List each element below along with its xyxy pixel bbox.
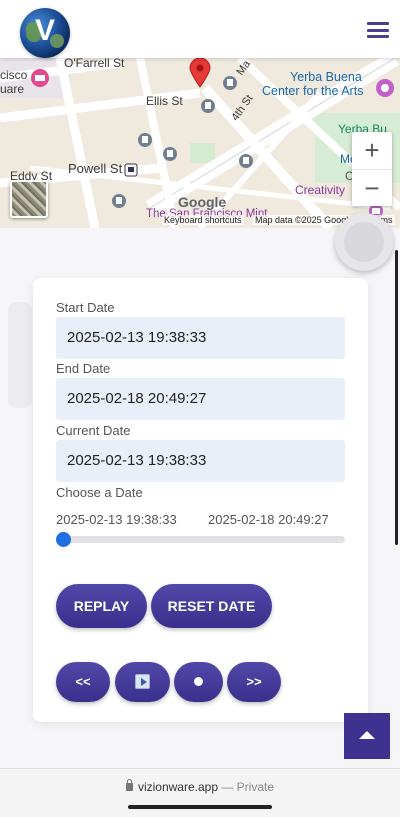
range-min-label: 2025-02-13 19:38:33 [56, 512, 177, 527]
map-view[interactable]: O'Farrell St cisco uare Ellis St 4th St … [0, 58, 400, 228]
range-max-label: 2025-02-18 20:49:27 [208, 512, 329, 527]
url-display[interactable]: vizionware.app — Private [0, 778, 400, 794]
street-label: O'Farrell St [64, 58, 125, 70]
transit-icon [239, 154, 253, 168]
floating-action-circle[interactable] [335, 213, 393, 271]
current-date-label: Current Date [56, 423, 131, 438]
scroll-to-top-button[interactable] [344, 713, 390, 759]
play-button[interactable] [115, 662, 170, 702]
lock-icon [125, 778, 133, 791]
shopping-place-icon [31, 69, 49, 87]
forward-button[interactable]: >> [227, 662, 281, 702]
start-date-label: Start Date [56, 300, 115, 315]
zoom-out-button[interactable]: − [352, 169, 392, 206]
transit-icon [138, 133, 152, 147]
home-indicator [128, 805, 272, 809]
place-label: Creativity [295, 183, 346, 197]
current-date-value: 2025-02-13 19:38:33 [67, 452, 207, 469]
scrollbar[interactable] [395, 250, 398, 545]
app-header: V [0, 0, 400, 58]
rewind-button[interactable]: << [56, 662, 110, 702]
browser-address-bar: vizionware.app — Private [0, 768, 400, 817]
app-logo[interactable]: V [20, 8, 70, 58]
hamburger-menu-icon[interactable] [367, 22, 389, 38]
end-date-label: End Date [56, 361, 111, 376]
date-slider-track[interactable] [60, 536, 345, 543]
reset-date-button[interactable]: RESET DATE [151, 584, 272, 628]
transit-icon [223, 76, 237, 90]
floating-action-inner [344, 222, 384, 262]
start-date-value: 2025-02-13 19:38:33 [67, 329, 207, 346]
arts-place-icon [376, 79, 394, 97]
logo-letter: V [34, 14, 55, 47]
end-date-field[interactable]: 2025-02-18 20:49:27 [56, 378, 345, 420]
url-host: vizionware.app [137, 780, 218, 794]
place-label: Yerba Buena [290, 70, 362, 84]
map-type-thumbnail[interactable] [10, 180, 48, 218]
start-date-field[interactable]: 2025-02-13 19:38:33 [56, 317, 345, 359]
zoom-in-button[interactable]: + [352, 132, 392, 169]
place-label: Center for the Arts [262, 84, 364, 98]
transit-icon [201, 99, 215, 113]
choose-date-label: Choose a Date [56, 485, 143, 500]
map-marker-icon[interactable] [189, 58, 211, 88]
google-logo: Google [178, 194, 227, 210]
side-panel-handle[interactable] [8, 302, 32, 408]
train-icon [124, 163, 138, 177]
private-label: — Private [221, 780, 275, 794]
keyboard-shortcuts-link[interactable]: Keyboard shortcuts [162, 215, 244, 225]
date-slider-thumb[interactable] [56, 532, 71, 547]
end-date-value: 2025-02-18 20:49:27 [67, 390, 207, 407]
play-icon [135, 673, 150, 689]
place-label: cisco [0, 68, 28, 82]
stop-icon [194, 677, 203, 687]
zoom-control: + − [352, 132, 392, 206]
current-date-field[interactable]: 2025-02-13 19:38:33 [56, 440, 345, 482]
transit-icon [163, 147, 177, 161]
replay-button[interactable]: REPLAY [56, 584, 147, 628]
map-attribution: Map data ©2025 Google [253, 215, 356, 225]
street-label: Powell St [68, 161, 123, 176]
street-label: Ellis St [146, 94, 183, 108]
stop-button[interactable] [174, 662, 223, 702]
transit-icon [112, 194, 126, 208]
place-label: uare [0, 82, 25, 96]
